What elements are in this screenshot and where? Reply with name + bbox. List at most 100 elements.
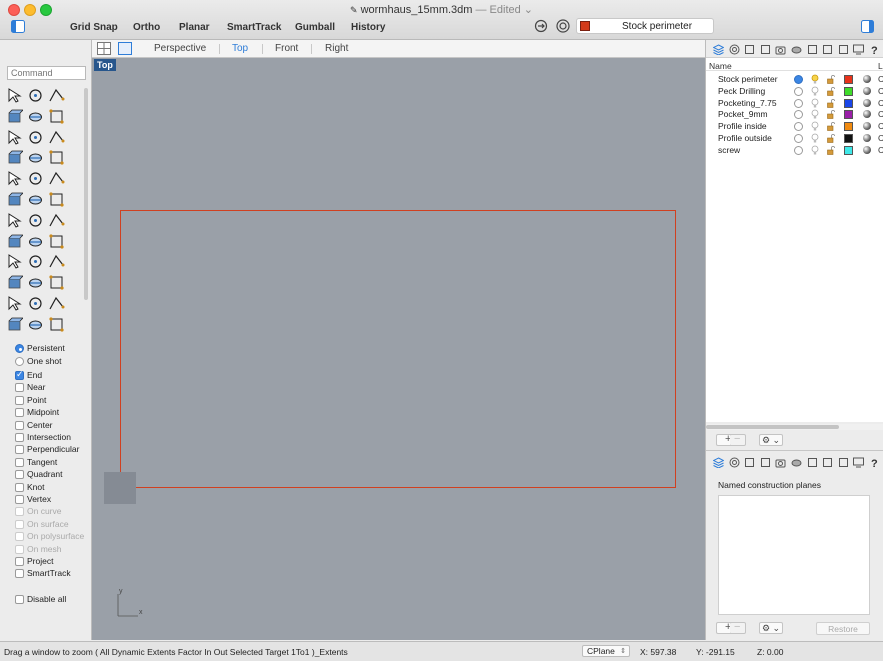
layer-row[interactable]: Profile inside C [706,121,883,133]
cplane-selector[interactable]: CPlane ⇕ [582,645,630,657]
bulb-icon[interactable] [811,98,819,108]
tab-perspective[interactable]: Perspective [154,43,206,54]
tab-front[interactable]: Front [275,43,298,54]
layer-name[interactable]: Stock perimeter [718,74,778,84]
material-icon[interactable] [863,86,871,95]
current-layer-radio[interactable] [794,75,803,84]
unlocked-icon[interactable] [827,122,835,131]
layer-color-swatch[interactable] [844,145,853,155]
unlocked-icon[interactable] [827,98,835,108]
help-page-icon[interactable] [807,457,818,468]
planar-button[interactable]: Planar [179,22,210,33]
bulb-icon[interactable] [811,133,819,143]
viewport-icon[interactable] [838,457,849,468]
current-layer-radio[interactable] [794,86,803,96]
checkbox[interactable] [15,569,24,579]
layer-color-swatch[interactable] [844,86,853,96]
bulb-icon[interactable] [811,86,819,96]
checkbox[interactable] [15,420,24,430]
remove-layer-button[interactable]: − [730,433,746,446]
sidebar-toggle-icon[interactable] [11,20,25,33]
scroll-thumb[interactable] [706,425,839,429]
bulb-icon[interactable] [811,145,819,155]
layer-color-swatch[interactable] [844,122,853,132]
layer-color-swatch[interactable] [844,98,853,108]
checkbox[interactable] [15,408,24,418]
checkbox[interactable] [15,383,24,393]
single-view-layout-icon[interactable] [118,42,132,55]
top-viewport[interactable]: Top y x [92,58,705,640]
current-layer-radio[interactable] [794,134,803,143]
ortho-button[interactable]: Ortho [133,22,160,33]
layer-color-swatch[interactable] [844,134,853,143]
help-icon[interactable]: ? [869,457,880,470]
tab-right[interactable]: Right [325,43,348,54]
layer-row[interactable]: Pocket_9mm C [706,109,883,121]
restore-button[interactable]: Restore [816,622,870,635]
bookmark-icon[interactable] [822,44,833,55]
material-icon[interactable] [863,75,871,83]
layer-row[interactable]: Stock perimeter C [706,74,883,86]
object-icon[interactable] [760,457,771,468]
layers-icon[interactable] [712,44,725,56]
monitor-icon[interactable] [853,44,865,55]
display-icon[interactable] [791,44,802,55]
layer-color-swatch[interactable] [844,75,853,84]
camera-icon[interactable] [775,44,786,55]
material-icon[interactable] [863,134,871,142]
history-button[interactable]: History [351,22,385,33]
properties-icon[interactable] [729,44,740,55]
right-panel-toggle-icon[interactable] [861,20,874,33]
material-icon[interactable] [863,110,871,119]
checkbox[interactable] [15,445,24,455]
stock-perimeter-curve[interactable] [120,210,676,488]
checkbox[interactable] [15,495,24,504]
radio-button[interactable] [15,356,24,366]
checkbox[interactable] [15,595,24,604]
tab-top[interactable]: Top [232,43,248,54]
checkbox[interactable] [15,433,24,442]
checkbox[interactable] [15,457,24,467]
layers-horizontal-scrollbar[interactable] [706,424,883,430]
viewport-label[interactable]: Top [94,59,116,71]
osnap-target-icon[interactable] [556,19,570,33]
checkbox[interactable] [15,369,24,380]
gumball-button[interactable]: Gumball [295,22,335,33]
material-icon[interactable] [863,145,871,154]
checkbox[interactable] [15,470,24,480]
current-layer-radio[interactable] [794,145,803,155]
checkbox[interactable] [15,482,24,492]
bulb-icon[interactable] [811,109,819,119]
help-icon[interactable]: ? [869,44,880,57]
unlocked-icon[interactable] [827,134,835,143]
material-icon[interactable] [863,98,871,107]
edited-status[interactable]: — Edited ⌄ [476,4,534,16]
help-page-icon[interactable] [807,44,818,55]
unlocked-icon[interactable] [827,75,835,84]
layer-name[interactable]: Profile inside [718,121,767,131]
properties-icon[interactable] [729,457,740,468]
document-icon[interactable] [744,457,755,468]
radio-button[interactable] [15,344,24,353]
layer-name[interactable]: Peck Drilling [718,86,765,96]
monitor-icon[interactable] [853,457,865,468]
current-layer-radio[interactable] [794,98,803,108]
grid-snap-button[interactable]: Grid Snap [70,22,118,33]
bulb-icon[interactable] [811,74,819,84]
remove-cplane-button[interactable]: − [730,621,746,634]
camera-icon[interactable] [775,457,786,468]
layer-name[interactable]: Profile outside [718,133,772,143]
unlocked-icon[interactable] [827,145,835,155]
document-icon[interactable] [744,44,755,55]
cplanes-gear-icon[interactable]: ⚙ ⌄ [759,622,783,634]
object-icon[interactable] [760,44,771,55]
display-icon[interactable] [791,457,802,468]
smarttrack-button[interactable]: SmartTrack [227,22,281,33]
current-layer-radio[interactable] [794,122,803,132]
layer-row[interactable]: screw C [706,145,883,157]
layer-color-swatch[interactable] [844,110,853,120]
layer-name[interactable]: Pocketing_7.75 [718,98,777,108]
bookmark-icon[interactable] [822,457,833,468]
checkbox[interactable] [15,557,24,566]
current-layer-radio[interactable] [794,110,803,120]
